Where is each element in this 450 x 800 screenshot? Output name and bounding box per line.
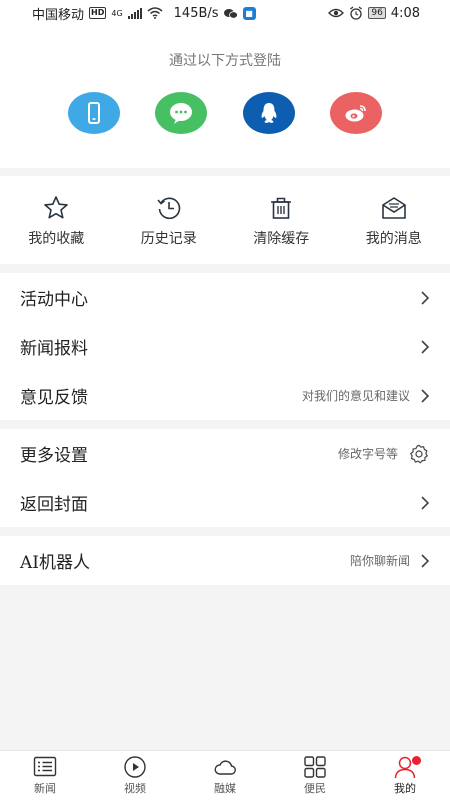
favorites-label: 我的收藏 xyxy=(28,231,85,247)
video-icon xyxy=(124,756,146,778)
activity-center-label: 活动中心 xyxy=(20,290,88,310)
phone-icon xyxy=(88,102,100,124)
bottom-nav: 新闻 视频 融媒 便民 我的 xyxy=(0,750,450,800)
status-bar: 中国移动 HD 4G 145B/s ■ 96 4:08 xyxy=(0,0,450,26)
history-button[interactable]: 历史记录 xyxy=(113,176,226,264)
more-settings-label: 更多设置 xyxy=(20,446,88,466)
nav-services[interactable]: 便民 xyxy=(270,751,360,800)
network-type: 4G xyxy=(111,8,123,18)
signal-icon xyxy=(127,7,142,19)
gear-icon xyxy=(410,444,428,463)
more-settings-hint: 修改字号等 xyxy=(337,447,398,461)
feedback-row[interactable]: 意见反馈 对我们的意见和建议 xyxy=(0,371,450,420)
mail-icon xyxy=(381,197,406,219)
clear-cache-button[interactable]: 清除缓存 xyxy=(225,176,338,264)
return-cover-row[interactable]: 返回封面 xyxy=(0,478,450,527)
weibo-icon xyxy=(345,105,366,122)
menu-group-2: 更多设置 修改字号等 返回封面 xyxy=(0,429,450,527)
feedback-hint: 对我们的意见和建议 xyxy=(301,389,410,403)
phone-login-button[interactable] xyxy=(68,92,120,134)
nav-video-label: 视频 xyxy=(124,782,146,795)
history-label: 历史记录 xyxy=(140,231,197,247)
alarm-icon xyxy=(350,6,363,20)
ai-robot-label: AI机器人 xyxy=(20,553,90,573)
login-title: 通过以下方式登陆 xyxy=(169,53,281,69)
nav-services-label: 便民 xyxy=(304,782,326,795)
star-icon xyxy=(44,196,69,219)
more-settings-row[interactable]: 更多设置 修改字号等 xyxy=(0,429,450,478)
menu-group-3: AI机器人 陪你聊新闻 xyxy=(0,536,450,585)
nav-me[interactable]: 我的 xyxy=(360,751,450,800)
qq-icon xyxy=(261,103,277,123)
chevron-right-icon xyxy=(421,388,430,403)
chevron-right-icon xyxy=(421,553,430,568)
news-icon xyxy=(33,756,57,777)
cloud-icon xyxy=(214,760,236,775)
quick-actions: 我的收藏 历史记录 清除缓存 我的消息 xyxy=(0,176,450,264)
qq-login-button[interactable] xyxy=(243,92,295,134)
wifi-icon xyxy=(147,7,163,19)
nav-media-label: 融媒 xyxy=(214,782,236,795)
return-cover-label: 返回封面 xyxy=(20,495,88,515)
messages-label: 我的消息 xyxy=(365,231,422,247)
login-section: 通过以下方式登陆 xyxy=(0,26,450,168)
nav-news-label: 新闻 xyxy=(34,782,56,795)
chevron-right-icon xyxy=(421,495,430,510)
ai-robot-hint: 陪你聊新闻 xyxy=(349,554,410,568)
clock: 4:08 xyxy=(390,5,420,21)
chevron-right-icon xyxy=(421,339,430,354)
nav-news[interactable]: 新闻 xyxy=(0,751,90,800)
messages-button[interactable]: 我的消息 xyxy=(338,176,450,264)
battery-icon: 96 xyxy=(368,7,386,19)
chevron-right-icon xyxy=(421,290,430,305)
activity-center-row[interactable]: 活动中心 xyxy=(0,273,450,322)
trash-icon xyxy=(271,197,292,219)
wechat-icon xyxy=(170,103,192,124)
nav-me-label: 我的 xyxy=(394,782,416,795)
ai-robot-row[interactable]: AI机器人 陪你聊新闻 xyxy=(0,536,450,585)
nav-video[interactable]: 视频 xyxy=(90,751,180,800)
network-speed: 145B/s xyxy=(173,5,219,21)
history-icon xyxy=(157,197,181,220)
wechat-login-button[interactable] xyxy=(155,92,207,134)
clear-cache-label: 清除缓存 xyxy=(253,231,310,247)
grid-icon xyxy=(304,756,326,778)
weibo-login-button[interactable] xyxy=(330,92,382,134)
wechat-notification-icon xyxy=(223,8,238,19)
news-tip-label: 新闻报料 xyxy=(20,339,88,359)
menu-group-1: 活动中心 新闻报料 意见反馈 对我们的意见和建议 xyxy=(0,273,450,420)
eye-icon xyxy=(328,8,345,18)
carrier-label: 中国移动 xyxy=(32,7,85,23)
feedback-label: 意见反馈 xyxy=(20,388,88,408)
app-notification-icon: ■ xyxy=(242,6,256,20)
nav-media[interactable]: 融媒 xyxy=(180,751,270,800)
notification-dot xyxy=(412,756,421,765)
news-tip-row[interactable]: 新闻报料 xyxy=(0,322,450,371)
favorites-button[interactable]: 我的收藏 xyxy=(0,176,113,264)
hd-badge: HD xyxy=(89,7,107,19)
